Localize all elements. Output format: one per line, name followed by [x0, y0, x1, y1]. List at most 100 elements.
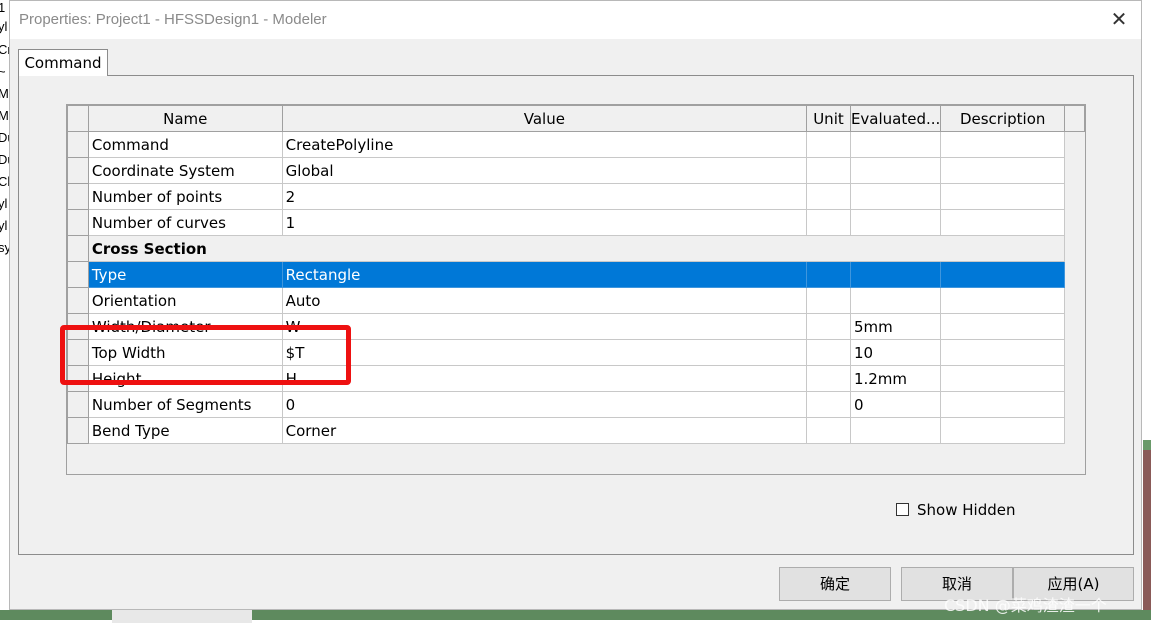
column-header-description[interactable]: Description — [940, 105, 1066, 132]
background-text-fragment: Cr — [0, 42, 9, 57]
cell-name[interactable]: Orientation — [87, 287, 283, 314]
table-row[interactable]: Type Rectangle — [67, 261, 1085, 288]
grid-header-row: Name Value Unit Evaluated... Description — [67, 105, 1085, 132]
grid-section-row[interactable]: Cross Section — [67, 235, 1085, 262]
cell-description[interactable] — [940, 339, 1066, 366]
cell-evaluated[interactable] — [849, 157, 942, 184]
cell-unit[interactable] — [806, 261, 851, 288]
cell-evaluated[interactable] — [849, 183, 942, 210]
cell-value[interactable]: Rectangle — [281, 261, 808, 288]
cell-value[interactable]: CreatePolyline — [281, 131, 808, 158]
background-text-fragment: yl — [0, 19, 8, 34]
title-bar[interactable]: Properties: Project1 - HFSSDesign1 - Mod… — [10, 1, 1141, 39]
cell-evaluated[interactable] — [849, 131, 942, 158]
row-selector[interactable] — [67, 235, 89, 262]
row-spacer — [1064, 209, 1085, 236]
cell-value[interactable]: H — [281, 365, 808, 392]
table-row[interactable]: Coordinate System Global — [67, 157, 1085, 184]
watermark: CSDN @菜鸡渣渣一个 — [944, 596, 1107, 615]
ok-button[interactable]: 确定 — [779, 567, 891, 601]
row-spacer — [1064, 261, 1085, 288]
tab-command[interactable]: Command — [18, 49, 108, 76]
cell-name[interactable]: Command — [87, 131, 283, 158]
table-row[interactable]: Number of points 2 — [67, 183, 1085, 210]
column-header-evaluated[interactable]: Evaluated... — [849, 105, 942, 132]
cell-description[interactable] — [940, 365, 1066, 392]
row-selector[interactable] — [67, 183, 89, 210]
cell-unit[interactable] — [806, 391, 851, 418]
cell-evaluated[interactable]: 0 — [849, 391, 942, 418]
background-text-fragment: Du — [0, 152, 9, 167]
cell-description[interactable] — [940, 287, 1066, 314]
cell-value[interactable]: Global — [281, 157, 808, 184]
cell-name[interactable]: Number of Segments — [87, 391, 283, 418]
cell-value[interactable]: 0 — [281, 391, 808, 418]
cell-unit[interactable] — [806, 417, 851, 444]
close-icon[interactable]: ✕ — [1109, 9, 1129, 29]
cell-unit[interactable] — [806, 157, 851, 184]
column-header-unit[interactable]: Unit — [806, 105, 851, 132]
column-header-value[interactable]: Value — [281, 105, 808, 132]
cell-evaluated[interactable]: 5mm — [849, 313, 942, 340]
cell-value[interactable]: Auto — [281, 287, 808, 314]
row-spacer — [1064, 131, 1085, 158]
row-selector[interactable] — [67, 287, 89, 314]
cell-evaluated[interactable] — [849, 209, 942, 236]
row-selector[interactable] — [67, 417, 89, 444]
row-spacer — [1064, 391, 1085, 418]
cell-evaluated[interactable] — [849, 261, 942, 288]
row-selector[interactable] — [67, 157, 89, 184]
table-row[interactable]: Orientation Auto — [67, 287, 1085, 314]
cell-value[interactable]: 2 — [281, 183, 808, 210]
row-selector[interactable] — [67, 131, 89, 158]
header-spacer — [1064, 105, 1085, 132]
cell-description[interactable] — [940, 313, 1066, 340]
cell-evaluated[interactable] — [849, 417, 942, 444]
cell-unit[interactable] — [806, 313, 851, 340]
table-row[interactable]: Command CreatePolyline — [67, 131, 1085, 158]
cell-unit[interactable] — [806, 209, 851, 236]
background-model-shape — [112, 608, 252, 623]
row-spacer — [1064, 157, 1085, 184]
cell-unit[interactable] — [806, 131, 851, 158]
table-row[interactable]: Number of curves 1 — [67, 209, 1085, 236]
red-highlight-annotation — [60, 325, 351, 385]
cell-value[interactable]: Corner — [281, 417, 808, 444]
properties-grid[interactable]: Name Value Unit Evaluated... Description… — [66, 104, 1086, 475]
section-label[interactable]: Cross Section — [87, 235, 1066, 262]
row-selector[interactable] — [67, 261, 89, 288]
cell-unit[interactable] — [806, 365, 851, 392]
cell-unit[interactable] — [806, 339, 851, 366]
cell-name[interactable]: Bend Type — [87, 417, 283, 444]
cell-description[interactable] — [940, 131, 1066, 158]
checkbox-box[interactable] — [896, 503, 909, 516]
cell-description[interactable] — [940, 209, 1066, 236]
cell-description[interactable] — [940, 417, 1066, 444]
cell-value[interactable]: W — [281, 313, 808, 340]
cell-name[interactable]: Type — [87, 261, 283, 288]
column-header-name[interactable]: Name — [87, 105, 283, 132]
cell-evaluated[interactable]: 1.2mm — [849, 365, 942, 392]
background-text-fragment: yl — [0, 218, 8, 233]
cell-description[interactable] — [940, 183, 1066, 210]
cell-value[interactable]: $T — [281, 339, 808, 366]
table-row[interactable]: Number of Segments 0 0 — [67, 391, 1085, 418]
row-selector[interactable] — [67, 209, 89, 236]
cell-evaluated[interactable]: 10 — [849, 339, 942, 366]
table-row[interactable]: Bend Type Corner — [67, 417, 1085, 444]
cell-name[interactable]: Number of points — [87, 183, 283, 210]
row-spacer — [1064, 339, 1085, 366]
row-selector[interactable] — [67, 391, 89, 418]
cell-value[interactable]: 1 — [281, 209, 808, 236]
cell-name[interactable]: Coordinate System — [87, 157, 283, 184]
cell-description[interactable] — [940, 391, 1066, 418]
background-text-fragment: sy — [0, 240, 9, 255]
cell-unit[interactable] — [806, 183, 851, 210]
cell-description[interactable] — [940, 261, 1066, 288]
properties-table: Name Value Unit Evaluated... Description… — [67, 105, 1085, 444]
cell-description[interactable] — [940, 157, 1066, 184]
cell-evaluated[interactable] — [849, 287, 942, 314]
cell-unit[interactable] — [806, 287, 851, 314]
background-app-fragment: 1 yl Cr ~ MM Du Du Cl yl yl sy — [0, 0, 9, 620]
cell-name[interactable]: Number of curves — [87, 209, 283, 236]
